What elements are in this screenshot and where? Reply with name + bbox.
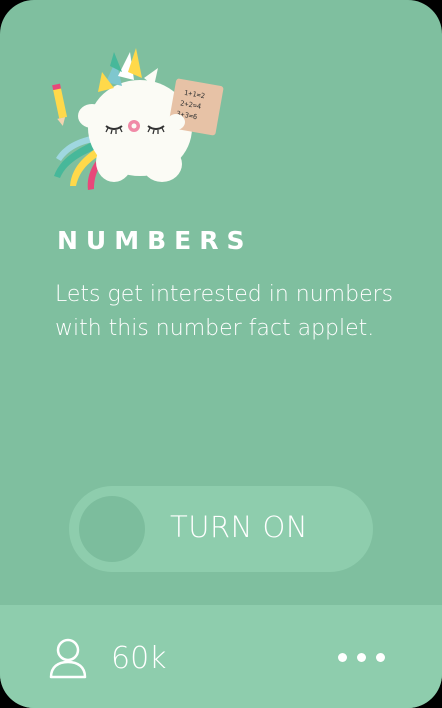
pencil: [52, 83, 68, 126]
more-dot: [376, 653, 385, 662]
applet-card[interactable]: 1+1=2 2+2=4 3+3=6 NUMBERS Lets get inter…: [0, 0, 442, 708]
more-dot: [338, 653, 347, 662]
unicorn-illustration: 1+1=2 2+2=4 3+3=6: [52, 48, 224, 190]
applet-title: NUMBERS: [57, 226, 253, 255]
applet-description: Lets get interested in numbers with this…: [55, 282, 394, 341]
card-footer: 60k: [0, 605, 442, 708]
user-icon: [49, 638, 87, 679]
toggle-knob[interactable]: [79, 496, 145, 562]
turn-on-toggle[interactable]: TURN ON: [69, 486, 373, 572]
user-count: 60k: [111, 641, 167, 676]
toggle-label: TURN ON: [170, 510, 309, 544]
more-dot: [357, 653, 366, 662]
more-icon[interactable]: [336, 653, 388, 665]
